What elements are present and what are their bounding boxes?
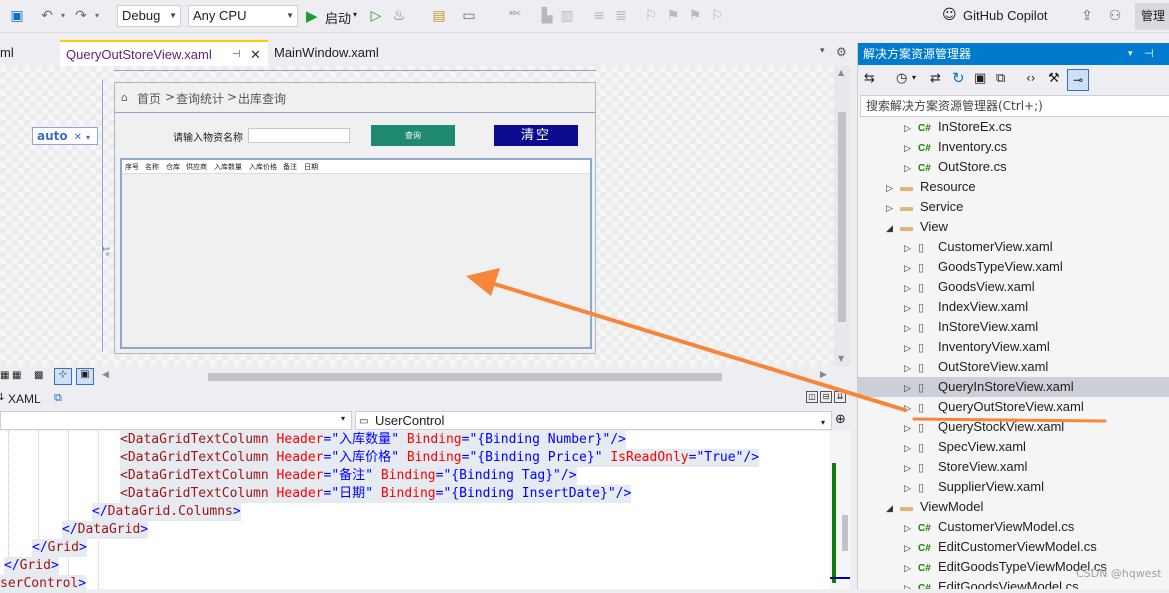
annotation-overlay [466,268,1107,423]
annotation-arrow-head [466,268,500,296]
annotation-underline [912,417,1107,423]
annotation-arrow-line [486,280,907,412]
